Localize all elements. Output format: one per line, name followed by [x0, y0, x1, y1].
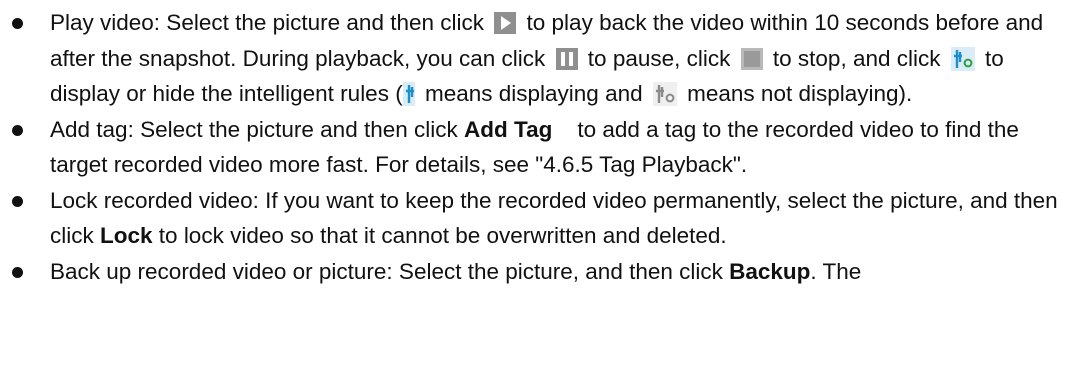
text-segment: to lock video so that it cannot be overw…	[158, 223, 727, 248]
text-segment: Back up recorded video or picture: Selec…	[50, 258, 723, 284]
bullet-dot	[12, 124, 23, 136]
text-segment: to stop, and click	[772, 45, 941, 71]
bullet-dot	[12, 195, 23, 207]
intelligent-rules-icon	[950, 46, 975, 71]
bullet-list: Play video: Select the picture and then …	[0, 5, 1078, 289]
list-item-add-tag: Add tag: Select the picture and then cli…	[0, 112, 1078, 183]
bullet-dot	[12, 18, 23, 29]
add-tag-label: Add Tag	[464, 116, 553, 142]
lock-label: Lock	[100, 223, 153, 248]
intelligent-rules-off-icon	[652, 82, 677, 106]
backup-label: Backup	[729, 258, 811, 284]
intelligent-rules-on-icon	[402, 82, 415, 106]
stop-icon	[740, 47, 763, 70]
text-segment: . The	[810, 258, 862, 284]
text-segment: Add tag: Select the picture and then cli…	[50, 116, 458, 142]
text-segment: to pause, click	[587, 45, 731, 71]
pause-icon	[555, 47, 578, 70]
list-item-play-video: Play video: Select the picture and then …	[0, 5, 1078, 112]
text-segment: means displaying and	[424, 81, 643, 106]
list-item-backup: Back up recorded video or picture: Selec…	[0, 254, 1078, 290]
list-item-lock-video: Lock recorded video: If you want to keep…	[0, 183, 1078, 254]
document-page: Play video: Select the picture and then …	[0, 0, 1078, 289]
play-icon	[494, 12, 517, 34]
text-segment: means not displaying).	[687, 81, 913, 106]
bullet-dot	[12, 266, 23, 278]
text-segment: Play video: Select the picture and then …	[50, 10, 484, 35]
